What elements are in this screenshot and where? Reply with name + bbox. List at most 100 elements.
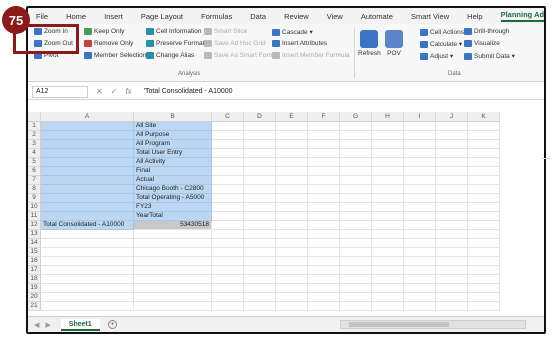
cell-e[interactable]	[276, 248, 308, 257]
cell-h[interactable]	[372, 131, 404, 140]
cell-g[interactable]	[340, 167, 372, 176]
column-header-d[interactable]: D	[244, 112, 276, 122]
cell-d[interactable]	[244, 158, 276, 167]
cell-g[interactable]	[340, 212, 372, 221]
tab-formulas[interactable]: Formulas	[201, 12, 232, 21]
cell-c[interactable]	[212, 158, 244, 167]
cell-k[interactable]	[468, 203, 500, 212]
cell-e[interactable]	[276, 221, 308, 230]
cell-f[interactable]	[308, 167, 340, 176]
cell-j[interactable]	[436, 221, 468, 230]
cell-d[interactable]	[244, 302, 276, 311]
cell-f[interactable]	[308, 185, 340, 194]
cell-c[interactable]	[212, 248, 244, 257]
tab-insert[interactable]: Insert	[104, 12, 123, 21]
cell-f[interactable]	[308, 257, 340, 266]
row-header[interactable]: 3	[28, 140, 41, 149]
cell-d[interactable]	[244, 131, 276, 140]
cell-j[interactable]	[436, 194, 468, 203]
column-header-c[interactable]: C	[212, 112, 244, 122]
cell-h[interactable]	[372, 221, 404, 230]
cell-f[interactable]	[308, 203, 340, 212]
cell-j[interactable]	[436, 230, 468, 239]
cell-j[interactable]	[436, 248, 468, 257]
cell-a[interactable]	[41, 176, 134, 185]
cell-e[interactable]	[276, 194, 308, 203]
cell-a[interactable]	[41, 140, 134, 149]
drill-through-button[interactable]: Drill-through	[464, 28, 509, 35]
cell-k[interactable]	[468, 140, 500, 149]
cell-g[interactable]	[340, 302, 372, 311]
cell-k[interactable]	[468, 257, 500, 266]
cell-k[interactable]	[468, 239, 500, 248]
row-header[interactable]: 13	[28, 230, 41, 239]
cell-d[interactable]	[244, 257, 276, 266]
sheet-tab[interactable]: Sheet1	[60, 318, 100, 331]
cell-i[interactable]	[404, 131, 436, 140]
row-header[interactable]: 6	[28, 167, 41, 176]
column-header-k[interactable]: K	[468, 112, 500, 122]
cell-g[interactable]	[340, 140, 372, 149]
cell-g[interactable]	[340, 203, 372, 212]
cell-a[interactable]	[41, 257, 134, 266]
cell-k[interactable]	[468, 275, 500, 284]
preserve-format-button[interactable]: Preserve Format	[146, 40, 204, 47]
cell-k[interactable]	[468, 248, 500, 257]
cell-e[interactable]	[276, 275, 308, 284]
cell-d[interactable]	[244, 230, 276, 239]
cell-f[interactable]	[308, 266, 340, 275]
cell-f[interactable]	[308, 293, 340, 302]
enter-icon[interactable]: ✓	[111, 87, 118, 96]
cell-e[interactable]	[276, 176, 308, 185]
cell-j[interactable]	[436, 257, 468, 266]
cell-h[interactable]	[372, 212, 404, 221]
cell-c[interactable]	[212, 140, 244, 149]
cell-h[interactable]	[372, 284, 404, 293]
cell-a[interactable]	[41, 248, 134, 257]
cell-k[interactable]	[468, 149, 500, 158]
cell-g[interactable]	[340, 122, 372, 131]
cell-c[interactable]	[212, 293, 244, 302]
cell-b[interactable]: Total User Entry	[134, 149, 212, 158]
scrollbar-thumb[interactable]	[349, 322, 449, 327]
cell-g[interactable]	[340, 185, 372, 194]
tab-planning-ad-hoc[interactable]: Planning Ad Hoc	[500, 10, 544, 22]
tab-help[interactable]: Help	[467, 12, 482, 21]
cell-k[interactable]	[468, 221, 500, 230]
cell-d[interactable]	[244, 212, 276, 221]
cell-b[interactable]	[134, 266, 212, 275]
cell-h[interactable]	[372, 185, 404, 194]
cell-i[interactable]	[404, 257, 436, 266]
adjust-button[interactable]: Adjust ▾	[420, 52, 453, 60]
cell-i[interactable]	[404, 212, 436, 221]
row-header[interactable]: 10	[28, 203, 41, 212]
cell-f[interactable]	[308, 131, 340, 140]
cell-b[interactable]	[134, 275, 212, 284]
cell-i[interactable]	[404, 239, 436, 248]
cell-e[interactable]	[276, 257, 308, 266]
cell-h[interactable]	[372, 149, 404, 158]
cell-i[interactable]	[404, 149, 436, 158]
cell-k[interactable]	[468, 302, 500, 311]
cell-c[interactable]	[212, 266, 244, 275]
cell-i[interactable]	[404, 203, 436, 212]
column-header-e[interactable]: E	[276, 112, 308, 122]
cell-a[interactable]: Total Consolidated - A10000	[41, 221, 134, 230]
cell-d[interactable]	[244, 248, 276, 257]
refresh-button[interactable]: Refresh	[358, 30, 381, 57]
cell-b[interactable]: All Purpose	[134, 131, 212, 140]
tab-review[interactable]: Review	[284, 12, 309, 21]
cell-g[interactable]	[340, 230, 372, 239]
cell-j[interactable]	[436, 131, 468, 140]
cell-f[interactable]	[308, 221, 340, 230]
cell-h[interactable]	[372, 194, 404, 203]
cell-i[interactable]	[404, 230, 436, 239]
cell-f[interactable]	[308, 122, 340, 131]
cell-b[interactable]	[134, 230, 212, 239]
cell-k[interactable]	[468, 230, 500, 239]
insert-attributes-button[interactable]: Insert Attributes	[272, 40, 327, 47]
cell-d[interactable]	[244, 149, 276, 158]
cell-a[interactable]	[41, 275, 134, 284]
fx-icon[interactable]: fx	[125, 87, 131, 96]
cell-k[interactable]	[468, 212, 500, 221]
